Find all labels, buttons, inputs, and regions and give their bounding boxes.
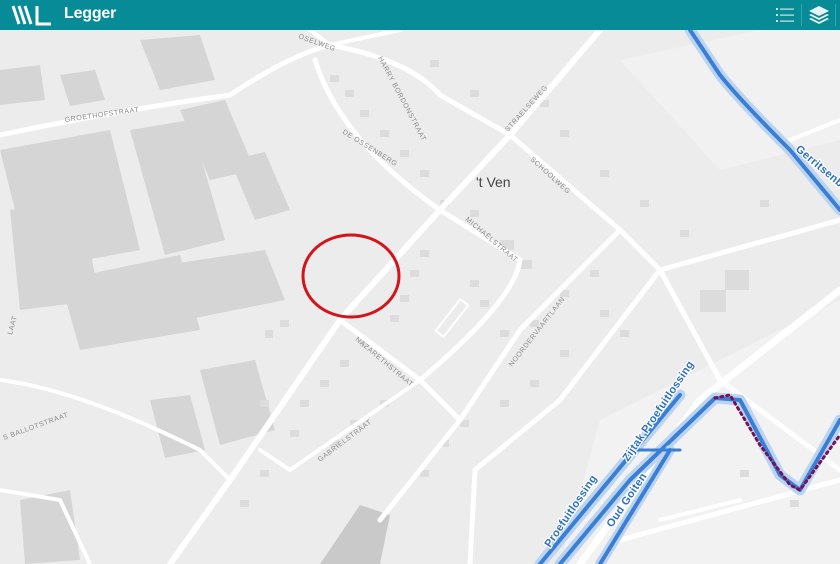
toolbar-divider bbox=[835, 4, 836, 26]
list-icon bbox=[775, 8, 794, 22]
layers-icon bbox=[808, 6, 829, 24]
basemap: GROETHOFSTRAAT HARRY BORDONSTRAAT DE OSS… bbox=[0, 30, 840, 564]
legend-button[interactable] bbox=[769, 0, 800, 30]
toolbar-divider bbox=[801, 4, 802, 26]
place-label: 't Ven bbox=[476, 174, 511, 190]
map-canvas[interactable]: GROETHOFSTRAAT HARRY BORDONSTRAAT DE OSS… bbox=[0, 30, 840, 564]
layers-button[interactable] bbox=[803, 0, 834, 30]
app-title: Legger bbox=[64, 5, 117, 22]
app-header: Legger bbox=[0, 0, 840, 30]
wl-logo bbox=[11, 4, 55, 31]
